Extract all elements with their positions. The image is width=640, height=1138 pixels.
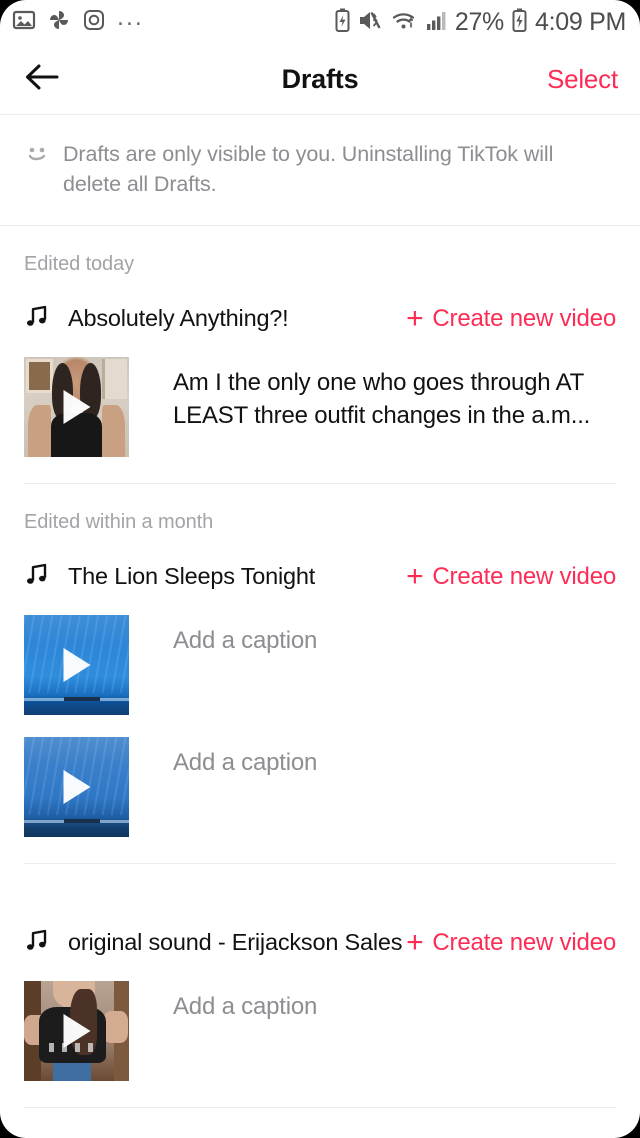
clock-label: 4:09 PM <box>534 8 626 36</box>
music-note-icon <box>24 560 52 593</box>
drafts-notice-banner: Drafts are only visible to you. Uninstal… <box>0 115 640 226</box>
create-new-video-button[interactable]: + Create new video <box>406 301 616 335</box>
thumb-window <box>26 359 54 393</box>
play-icon <box>63 770 90 804</box>
pinwheel-icon <box>47 8 71 37</box>
back-arrow-icon <box>22 61 62 98</box>
draft-caption[interactable]: Add a caption <box>129 615 317 657</box>
draft-item[interactable]: Am I the only one who goes through AT LE… <box>0 335 640 457</box>
drafts-screen: ... 27% 4:09 PM Drafts Select Drafts are… <box>0 0 640 1138</box>
play-icon <box>63 648 90 682</box>
charging-battery-icon <box>511 8 528 38</box>
draft-thumbnail[interactable] <box>24 615 129 715</box>
sound-row[interactable]: Absolutely Anything?! + Create new video <box>0 276 640 335</box>
thumb-arm-left <box>28 405 52 457</box>
sound-title: original sound - Erijackson Sales <box>68 929 403 955</box>
thumb-land <box>63 697 100 701</box>
music-note-icon <box>24 302 52 335</box>
status-bar-left: ... <box>12 3 144 37</box>
draft-thumbnail[interactable] <box>24 737 129 837</box>
section-label-edited-today: Edited today <box>24 253 134 275</box>
thumb-arm-right <box>101 405 125 457</box>
create-new-video-label: Create new video <box>432 304 616 332</box>
plus-icon: + <box>406 559 424 593</box>
signal-icon <box>426 8 448 38</box>
draft-item[interactable]: Add a caption <box>0 715 640 837</box>
status-bar-right: 27% 4:09 PM <box>334 8 626 38</box>
draft-caption[interactable]: Add a caption <box>129 981 317 1023</box>
image-icon <box>12 8 36 37</box>
sound-title: The Lion Sleeps Tonight <box>68 563 316 589</box>
play-icon <box>63 1014 90 1048</box>
wifi-icon <box>391 8 419 38</box>
smiley-icon <box>24 143 50 174</box>
play-icon <box>63 390 90 424</box>
battery-percent-label: 27% <box>454 8 504 36</box>
back-button[interactable] <box>22 58 66 102</box>
battery-saver-icon <box>334 8 351 38</box>
thumb-land <box>63 819 100 823</box>
thumb-door <box>101 359 127 399</box>
drafts-notice-text: Drafts are only visible to you. Uninstal… <box>63 142 554 196</box>
draft-thumbnail[interactable] <box>24 981 129 1081</box>
music-note-icon <box>24 926 52 959</box>
thumb-arm-right <box>102 1011 128 1043</box>
section-label-edited-within-a-month: Edited within a month <box>24 511 214 533</box>
instagram-icon <box>82 8 106 37</box>
draft-caption[interactable]: Add a caption <box>129 737 317 779</box>
page-title: Drafts <box>281 64 359 94</box>
app-header: Drafts Select <box>0 45 640 115</box>
create-new-video-label: Create new video <box>432 928 616 956</box>
plus-icon: + <box>406 301 424 335</box>
select-button[interactable]: Select <box>547 64 618 95</box>
section-divider <box>24 1107 616 1108</box>
draft-thumbnail[interactable] <box>24 357 129 457</box>
create-new-video-button[interactable]: + Create new video <box>406 925 616 959</box>
create-new-video-button[interactable]: + Create new video <box>406 559 616 593</box>
draft-item[interactable]: Add a caption <box>0 959 640 1081</box>
sound-row[interactable]: original sound - Erijackson Sales + Crea… <box>0 900 640 959</box>
mute-icon <box>358 8 384 38</box>
status-overflow-icon: ... <box>117 3 144 31</box>
status-bar: ... 27% 4:09 PM <box>0 0 640 45</box>
draft-item[interactable]: Add a caption <box>0 593 640 715</box>
plus-icon: + <box>406 925 424 959</box>
create-new-video-label: Create new video <box>432 562 616 590</box>
draft-caption: Am I the only one who goes through AT LE… <box>173 369 591 429</box>
sound-row[interactable]: The Lion Sleeps Tonight + Create new vid… <box>0 534 640 593</box>
sound-title: Absolutely Anything?! <box>68 305 289 331</box>
